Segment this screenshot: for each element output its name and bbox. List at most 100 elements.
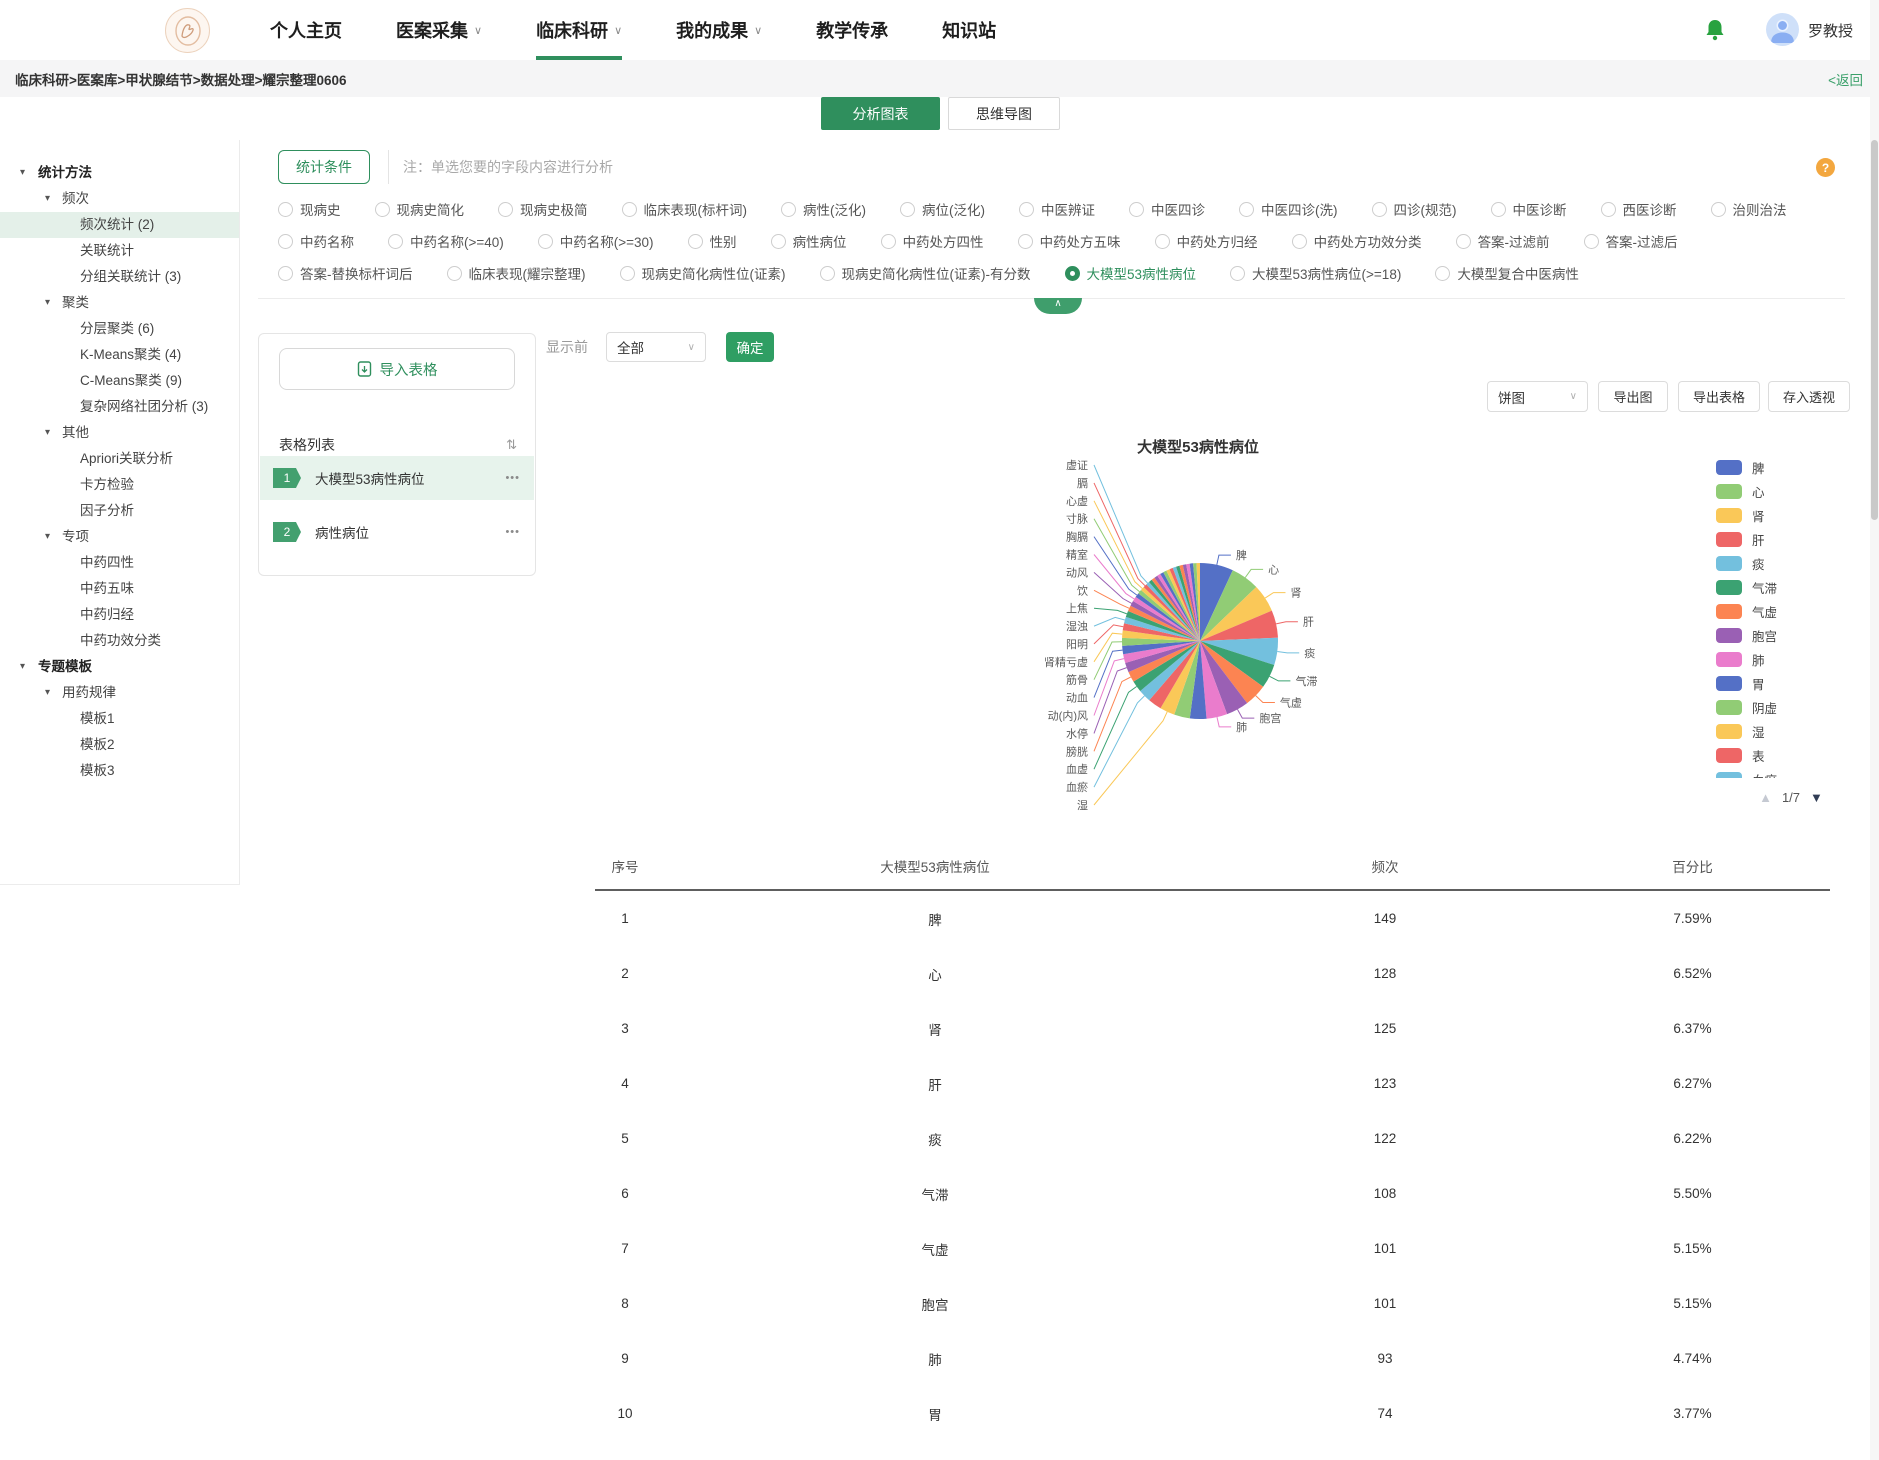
- export-table-button[interactable]: 导出表格: [1678, 381, 1760, 412]
- more-options-icon[interactable]: •••: [505, 472, 520, 484]
- show-top-select[interactable]: 全部 ∨: [606, 332, 706, 362]
- sidebar-item-模板1[interactable]: 模板1: [0, 706, 239, 732]
- radio-option-大模型53病性病位[interactable]: 大模型53病性病位: [1065, 263, 1197, 283]
- sidebar-item-频次[interactable]: ▾频次: [0, 186, 239, 212]
- radio-option-中药名称(>=40)[interactable]: 中药名称(>=40): [388, 231, 504, 251]
- radio-option-现病史简化[interactable]: 现病史简化: [375, 199, 465, 219]
- chart-type-select[interactable]: 饼图 ∨: [1487, 381, 1588, 412]
- legend-item-脾[interactable]: 脾: [1716, 460, 1866, 475]
- tree-caret-icon[interactable]: ▾: [45, 680, 50, 706]
- radio-option-中药处方功效分类[interactable]: 中药处方功效分类: [1292, 231, 1422, 251]
- tree-caret-icon[interactable]: ▾: [20, 654, 25, 680]
- radio-option-中医诊断[interactable]: 中医诊断: [1491, 199, 1567, 219]
- nav-item-知识站[interactable]: 知识站: [942, 0, 996, 60]
- radio-option-现病史简化病性位(证素)[interactable]: 现病史简化病性位(证素): [620, 263, 786, 283]
- legend-item-肝[interactable]: 肝: [1716, 532, 1866, 547]
- radio-option-答案-过滤后[interactable]: 答案-过滤后: [1584, 231, 1678, 251]
- sidebar-item-模板2[interactable]: 模板2: [0, 732, 239, 758]
- radio-option-大模型53病性病位(>=18)[interactable]: 大模型53病性病位(>=18): [1230, 263, 1401, 283]
- help-icon[interactable]: ?: [1816, 158, 1835, 177]
- nav-item-医案采集[interactable]: 医案采集∨: [396, 0, 482, 60]
- legend-item-胞宫[interactable]: 胞宫: [1716, 628, 1866, 643]
- sidebar-item-C-Means聚类 (9)[interactable]: C-Means聚类 (9): [0, 368, 239, 394]
- table-list-item-病性病位[interactable]: 2病性病位•••: [260, 510, 534, 554]
- statistic-condition-button[interactable]: 统计条件: [278, 150, 370, 184]
- sidebar-item-其他[interactable]: ▾其他: [0, 420, 239, 446]
- radio-option-中药处方五味[interactable]: 中药处方五味: [1018, 231, 1121, 251]
- radio-option-中医辨证[interactable]: 中医辨证: [1019, 199, 1095, 219]
- radio-option-病位(泛化)[interactable]: 病位(泛化): [900, 199, 985, 219]
- legend-item-气虚[interactable]: 气虚: [1716, 604, 1866, 619]
- tree-caret-icon[interactable]: ▾: [45, 186, 50, 212]
- radio-option-中医四诊(洗)[interactable]: 中医四诊(洗): [1239, 199, 1338, 219]
- tree-caret-icon[interactable]: ▾: [20, 160, 25, 186]
- legend-page-up-icon[interactable]: ▲: [1759, 790, 1772, 805]
- tab-analysis-chart[interactable]: 分析图表: [821, 97, 940, 130]
- app-logo[interactable]: [165, 8, 210, 53]
- radio-option-中药处方四性[interactable]: 中药处方四性: [881, 231, 984, 251]
- radio-option-中药名称(>=30)[interactable]: 中药名称(>=30): [538, 231, 654, 251]
- radio-option-中药名称[interactable]: 中药名称: [278, 231, 354, 251]
- legend-item-阴虚[interactable]: 阴虚: [1716, 700, 1866, 715]
- radio-option-病性(泛化)[interactable]: 病性(泛化): [781, 199, 866, 219]
- legend-item-痰[interactable]: 痰: [1716, 556, 1866, 571]
- radio-option-西医诊断[interactable]: 西医诊断: [1601, 199, 1677, 219]
- sidebar-item-模板3[interactable]: 模板3: [0, 758, 239, 784]
- legend-item-胃[interactable]: 胃: [1716, 676, 1866, 691]
- sidebar-item-专项[interactable]: ▾专项: [0, 524, 239, 550]
- radio-option-答案-过滤前[interactable]: 答案-过滤前: [1456, 231, 1550, 251]
- sidebar-item-聚类[interactable]: ▾聚类: [0, 290, 239, 316]
- legend-item-气滞[interactable]: 气滞: [1716, 580, 1866, 595]
- sort-icon[interactable]: ⇅: [506, 437, 517, 453]
- legend-item-血瘀[interactable]: 血瘀: [1716, 772, 1866, 778]
- radio-option-中药处方归经[interactable]: 中药处方归经: [1155, 231, 1258, 251]
- radio-option-四诊(规范)[interactable]: 四诊(规范): [1372, 199, 1457, 219]
- sidebar-item-分层聚类 (6)[interactable]: 分层聚类 (6): [0, 316, 239, 342]
- sidebar-item-中药归经[interactable]: 中药归经: [0, 602, 239, 628]
- sidebar-item-Apriori关联分析[interactable]: Apriori关联分析: [0, 446, 239, 472]
- radio-option-治则治法[interactable]: 治则治法: [1711, 199, 1787, 219]
- export-image-button[interactable]: 导出图: [1598, 381, 1668, 412]
- tree-caret-icon[interactable]: ▾: [45, 290, 50, 316]
- radio-option-临床表现(标杆词)[interactable]: 临床表现(标杆词): [622, 199, 748, 219]
- sidebar-item-复杂网络社团分析 (3)[interactable]: 复杂网络社团分析 (3): [0, 394, 239, 420]
- tree-caret-icon[interactable]: ▾: [45, 420, 50, 446]
- sidebar-item-分组关联统计 (3)[interactable]: 分组关联统计 (3): [0, 264, 239, 290]
- import-table-button[interactable]: 导入表格: [279, 348, 515, 390]
- legend-page-down-icon[interactable]: ▼: [1810, 790, 1823, 805]
- legend-item-湿[interactable]: 湿: [1716, 724, 1866, 739]
- radio-option-性别[interactable]: 性别: [688, 231, 737, 251]
- radio-option-答案-替换标杆词后[interactable]: 答案-替换标杆词后: [278, 263, 413, 283]
- radio-option-现病史简化病性位(证素)-有分数[interactable]: 现病史简化病性位(证素)-有分数: [820, 263, 1031, 283]
- back-link[interactable]: <返回: [1828, 60, 1863, 97]
- confirm-button[interactable]: 确定: [726, 332, 774, 362]
- notification-bell-icon[interactable]: [1702, 17, 1728, 43]
- sidebar-item-因子分析[interactable]: 因子分析: [0, 498, 239, 524]
- sidebar-item-卡方检验[interactable]: 卡方检验: [0, 472, 239, 498]
- user-avatar[interactable]: [1766, 13, 1799, 46]
- radio-option-病性病位[interactable]: 病性病位: [771, 231, 847, 251]
- legend-item-心[interactable]: 心: [1716, 484, 1866, 499]
- sidebar-item-专题模板[interactable]: ▾专题模板: [0, 654, 239, 680]
- radio-option-现病史极简[interactable]: 现病史极简: [498, 199, 588, 219]
- radio-option-临床表现(耀宗整理)[interactable]: 临床表现(耀宗整理): [447, 263, 586, 283]
- sidebar-item-统计方法[interactable]: ▾统计方法: [0, 160, 239, 186]
- scrollbar-thumb[interactable]: [1871, 140, 1878, 520]
- sidebar-item-用药规律[interactable]: ▾用药规律: [0, 680, 239, 706]
- user-name[interactable]: 罗教授: [1808, 0, 1853, 60]
- collapse-panel-button[interactable]: ∧: [1034, 298, 1082, 314]
- save-pivot-button[interactable]: 存入透视: [1768, 381, 1850, 412]
- radio-option-中医四诊[interactable]: 中医四诊: [1129, 199, 1205, 219]
- radio-option-大模型复合中医病性[interactable]: 大模型复合中医病性: [1435, 263, 1579, 283]
- table-list-item-大模型53病性病位[interactable]: 1大模型53病性病位•••: [260, 456, 534, 500]
- legend-item-肾[interactable]: 肾: [1716, 508, 1866, 523]
- sidebar-item-中药四性[interactable]: 中药四性: [0, 550, 239, 576]
- nav-item-临床科研[interactable]: 临床科研∨: [536, 0, 622, 60]
- sidebar-item-关联统计[interactable]: 关联统计: [0, 238, 239, 264]
- tab-mind-map[interactable]: 思维导图: [948, 97, 1060, 130]
- sidebar-item-中药功效分类[interactable]: 中药功效分类: [0, 628, 239, 654]
- legend-item-表[interactable]: 表: [1716, 748, 1866, 763]
- legend-item-肺[interactable]: 肺: [1716, 652, 1866, 667]
- more-options-icon[interactable]: •••: [505, 526, 520, 538]
- nav-item-教学传承[interactable]: 教学传承: [816, 0, 888, 60]
